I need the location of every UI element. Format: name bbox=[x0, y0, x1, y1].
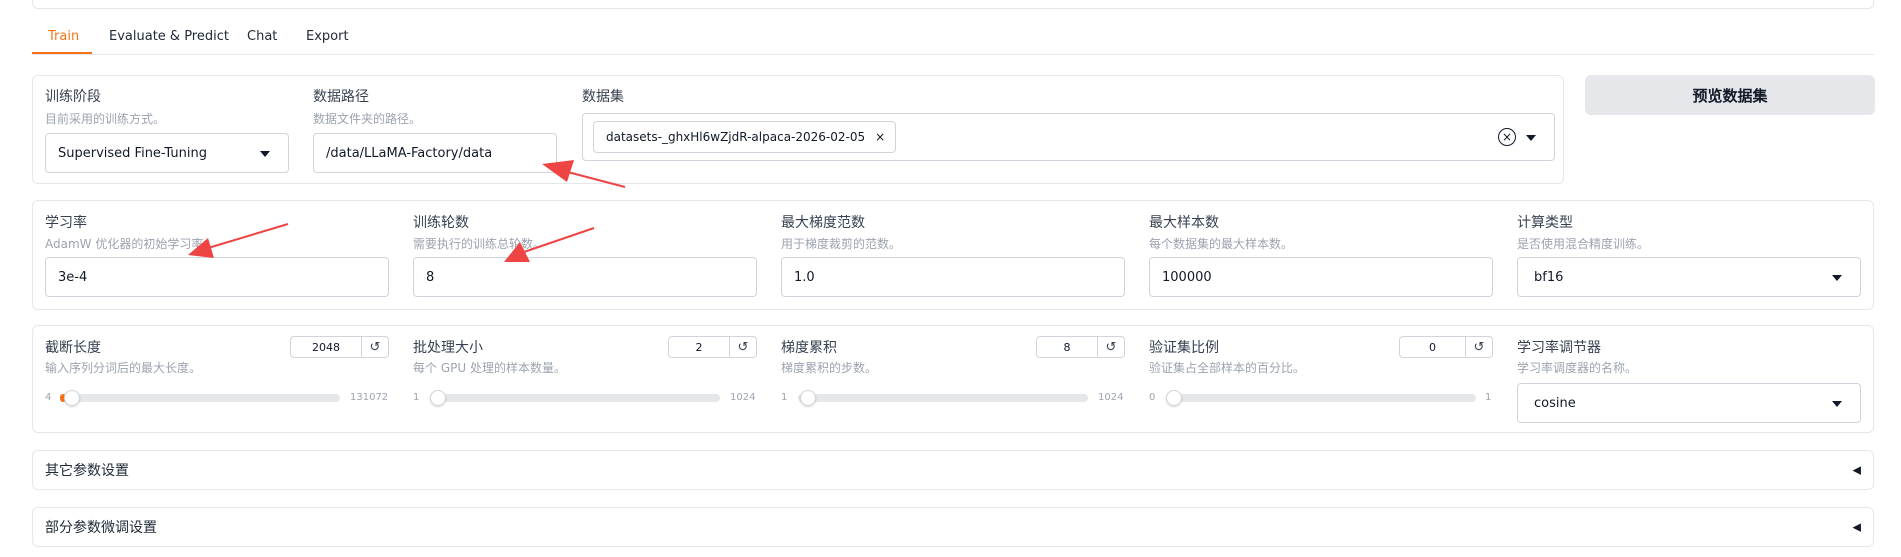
annotation-arrow-num-epochs bbox=[504, 227, 595, 262]
annotation-arrows bbox=[188, 160, 626, 262]
annotation-arrow-learning-rate bbox=[188, 223, 289, 258]
annotation-arrow-dataset-dir bbox=[542, 160, 626, 188]
